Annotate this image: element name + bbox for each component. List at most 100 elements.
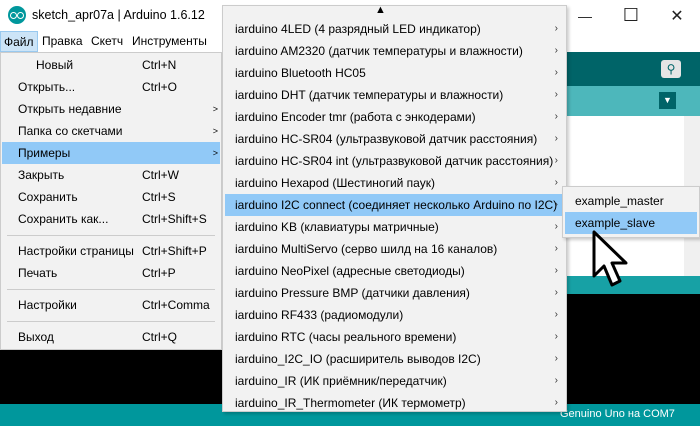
menu-sketch[interactable]: Скетч xyxy=(87,31,127,52)
example-item-hcsr04-int[interactable]: iarduino HC-SR04 int (ультразвуковой дат… xyxy=(225,150,564,172)
menu-item-save-as[interactable]: Сохранить как... Ctrl+Shift+S xyxy=(2,208,220,230)
menu-item-label: iarduino NeoPixel (адресные светодиоды) xyxy=(235,264,465,278)
chevron-right-icon: › xyxy=(554,221,558,232)
example-item-rf433[interactable]: iarduino RF433 (радиомодули) › xyxy=(225,304,564,326)
example-item-rtc[interactable]: iarduino RTC (часы реального времени) › xyxy=(225,326,564,348)
menu-item-label: iarduino Hexapod (Шестиногий паук) xyxy=(235,176,435,190)
menu-file[interactable]: Файл xyxy=(0,31,38,52)
chevron-right-icon: › xyxy=(554,309,558,320)
example-item-am2320[interactable]: iarduino AM2320 (датчик температуры и вл… xyxy=(225,40,564,62)
chevron-right-icon: › xyxy=(554,331,558,342)
menu-item-label: iarduino Pressure BMP (датчики давления) xyxy=(235,286,470,300)
menu-item-shortcut: Ctrl+S xyxy=(142,190,176,204)
menu-item-label: iarduino RTC (часы реального времени) xyxy=(235,330,457,344)
chevron-right-icon: > xyxy=(212,126,218,136)
chevron-right-icon: › xyxy=(554,23,558,34)
menu-item-print[interactable]: Печать Ctrl+P xyxy=(2,262,220,284)
menu-item-label: Выход xyxy=(18,330,54,344)
board-port-status: Genuino Uno на COM7 xyxy=(560,408,675,420)
example-item-ir-thermometer[interactable]: iarduino_IR_Thermometer (ИК термометр) › xyxy=(225,392,564,414)
menu-edit[interactable]: Правка xyxy=(38,31,87,52)
menu-separator xyxy=(7,289,215,290)
menu-item-save[interactable]: Сохранить Ctrl+S xyxy=(2,186,220,208)
menu-item-label: Новый xyxy=(36,58,74,72)
chevron-right-icon: › xyxy=(554,89,558,100)
chevron-right-icon: › xyxy=(554,177,558,188)
example-item-ir[interactable]: iarduino_IR (ИК приёмник/передатчик) › xyxy=(225,370,564,392)
menu-item-label: Примеры xyxy=(18,146,71,160)
example-item-multiservo[interactable]: iarduino MultiServo (серво шилд на 16 ка… xyxy=(225,238,564,260)
chevron-right-icon: › xyxy=(554,397,558,408)
menu-item-shortcut: Ctrl+P xyxy=(142,266,176,280)
close-button[interactable]: ✕ xyxy=(654,0,700,31)
tab-bar xyxy=(565,86,700,116)
examples-submenu: iarduino 4LED (4 разрядный LED индикатор… xyxy=(222,5,567,412)
menu-item-label: Закрыть xyxy=(18,168,65,182)
example-item-neopixel[interactable]: iarduino NeoPixel (адресные светодиоды) › xyxy=(225,260,564,282)
tab-dropdown-icon[interactable]: ▼ xyxy=(659,92,676,109)
menu-item-label: Открыть... xyxy=(18,80,76,94)
menu-tools[interactable]: Инструменты xyxy=(128,31,211,52)
menu-item-quit[interactable]: Выход Ctrl+Q xyxy=(2,326,220,348)
menu-separator xyxy=(7,321,215,322)
example-item-encoder[interactable]: iarduino Encoder tmr (работа с энкодерам… xyxy=(225,106,564,128)
chevron-right-icon: > xyxy=(212,104,218,114)
chevron-right-icon: › xyxy=(554,67,558,78)
chevron-right-icon: › xyxy=(554,353,558,364)
example-item-dht[interactable]: iarduino DHT (датчик температуры и влажн… xyxy=(225,84,564,106)
example-item-4led[interactable]: iarduino 4LED (4 разрядный LED индикатор… xyxy=(225,18,564,40)
example-item-master[interactable]: example_master xyxy=(565,190,697,212)
menu-item-label: iarduino KB (клавиатуры матричные) xyxy=(235,220,439,234)
example-item-hexapod[interactable]: iarduino Hexapod (Шестиногий паук) › xyxy=(225,172,564,194)
example-item-pressure-bmp[interactable]: iarduino Pressure BMP (датчики давления)… xyxy=(225,282,564,304)
menu-item-shortcut: Ctrl+W xyxy=(142,168,179,182)
maximize-button[interactable]: ☐ xyxy=(608,0,654,31)
menu-item-examples[interactable]: Примеры > xyxy=(2,142,220,164)
menu-item-label: Открыть недавние xyxy=(18,102,122,116)
menu-item-new[interactable]: Новый Ctrl+N xyxy=(2,54,220,76)
chevron-right-icon: › xyxy=(554,287,558,298)
menu-item-label: iarduino RF433 (радиомодули) xyxy=(235,308,404,322)
console-output-left xyxy=(0,350,222,404)
menu-item-label: example_master xyxy=(575,194,664,208)
example-item-kb[interactable]: iarduino KB (клавиатуры матричные) › xyxy=(225,216,564,238)
file-menu: Новый Ctrl+N Открыть... Ctrl+O Открыть н… xyxy=(0,52,222,350)
menu-item-label: iarduino DHT (датчик температуры и влажн… xyxy=(235,88,504,102)
serial-monitor-button[interactable]: ⚲ xyxy=(661,60,681,78)
menu-item-open[interactable]: Открыть... Ctrl+O xyxy=(2,76,220,98)
example-item-hcsr04[interactable]: iarduino HC-SR04 (ультразвуковой датчик … xyxy=(225,128,564,150)
chevron-right-icon: › xyxy=(554,199,558,210)
menu-item-label: iarduino_IR (ИК приёмник/передатчик) xyxy=(235,374,447,388)
menu-item-label: iarduino I2C connect (соединяет нескольк… xyxy=(235,198,558,212)
scroll-up-icon[interactable]: ▲ xyxy=(375,4,386,16)
menu-item-label: Сохранить xyxy=(18,190,78,204)
example-item-bluetooth[interactable]: iarduino Bluetooth HC05 › xyxy=(225,62,564,84)
example-item-i2c-connect[interactable]: iarduino I2C connect (соединяет нескольк… xyxy=(225,194,564,216)
minimize-button[interactable]: — xyxy=(562,0,608,31)
menu-item-label: iarduino HC-SR04 (ультразвуковой датчик … xyxy=(235,132,538,146)
menu-item-label: iarduino AM2320 (датчик температуры и вл… xyxy=(235,44,523,58)
chevron-right-icon: > xyxy=(212,148,218,158)
menu-item-shortcut: Ctrl+O xyxy=(142,80,178,94)
mouse-cursor-icon xyxy=(592,230,628,287)
menu-item-preferences[interactable]: Настройки Ctrl+Comma xyxy=(2,294,220,316)
menu-item-close[interactable]: Закрыть Ctrl+W xyxy=(2,164,220,186)
menu-item-label: iarduino Encoder tmr (работа с энкодерам… xyxy=(235,110,476,124)
menu-item-label: Сохранить как... xyxy=(18,212,109,226)
chevron-right-icon: › xyxy=(554,111,558,122)
arduino-logo-icon xyxy=(8,6,26,24)
menu-item-sketchbook[interactable]: Папка со скетчами > xyxy=(2,120,220,142)
menu-item-label: iarduino HC-SR04 int (ультразвуковой дат… xyxy=(235,154,554,168)
chevron-right-icon: › xyxy=(554,45,558,56)
window-title: sketch_apr07a | Arduino 1.6.12 xyxy=(32,8,205,22)
menu-item-open-recent[interactable]: Открыть недавние > xyxy=(2,98,220,120)
example-item-i2c-io[interactable]: iarduino_I2C_IO (расширитель выводов I2C… xyxy=(225,348,564,370)
menu-item-label: iarduino MultiServo (серво шилд на 16 ка… xyxy=(235,242,498,256)
chevron-right-icon: › xyxy=(554,375,558,386)
menu-item-label: Настройки страницы xyxy=(18,244,134,258)
menu-item-shortcut: Ctrl+Comma xyxy=(142,298,210,312)
chevron-right-icon: › xyxy=(554,243,558,254)
menu-item-label: Папка со скетчами xyxy=(18,124,123,138)
menu-item-page-setup[interactable]: Настройки страницы Ctrl+Shift+P xyxy=(2,240,220,262)
chevron-right-icon: › xyxy=(554,155,558,166)
